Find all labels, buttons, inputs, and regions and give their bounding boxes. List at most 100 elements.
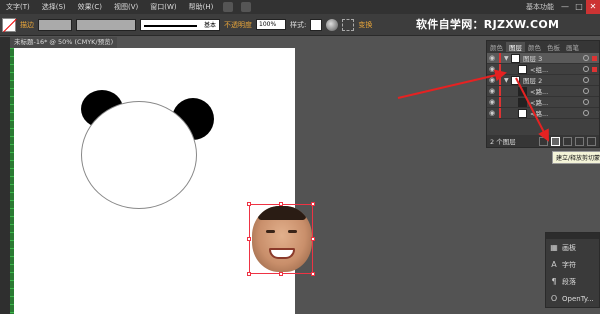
handle-mr[interactable] xyxy=(311,237,315,241)
visibility-eye-icon[interactable]: ◉ xyxy=(487,87,497,95)
handle-tl[interactable] xyxy=(247,202,251,206)
variable-width-field[interactable] xyxy=(76,18,136,31)
panel-label: 段落 xyxy=(562,277,576,286)
style-label: 样式: xyxy=(290,20,307,29)
visibility-eye-icon[interactable]: ◉ xyxy=(487,109,497,117)
target-icon[interactable] xyxy=(583,110,589,116)
artboard[interactable] xyxy=(14,48,295,314)
panel-paragraph[interactable]: ¶ 段落 xyxy=(546,273,599,290)
fill-none-swatch[interactable] xyxy=(2,17,16,32)
graphic-style-swatch[interactable] xyxy=(310,18,323,31)
visibility-eye-icon[interactable]: ◉ xyxy=(487,98,497,106)
layer-name[interactable]: 图层 2 xyxy=(523,75,542,85)
new-sublayer-icon[interactable] xyxy=(563,136,572,146)
workspace-switcher[interactable]: 基本功能 xyxy=(522,2,558,12)
handle-br[interactable] xyxy=(311,272,315,276)
layer-row[interactable]: ◉ <组... xyxy=(487,64,599,75)
opentype-icon: O xyxy=(550,294,558,303)
layer-color-bar xyxy=(499,53,501,63)
layer-row[interactable]: ◉ ▼ 图层 2 xyxy=(487,75,599,86)
new-layer-icon[interactable] xyxy=(575,136,584,146)
tab-layers[interactable]: 图层 xyxy=(506,42,525,52)
menu-view[interactable]: 视图(V) xyxy=(108,2,144,12)
layer-thumbnail xyxy=(518,64,527,74)
layer-color-bar xyxy=(499,75,501,85)
clipping-mask-button[interactable] xyxy=(551,136,560,146)
minimize-button[interactable]: — xyxy=(558,0,572,14)
layer-row[interactable]: ◉ <路... xyxy=(487,86,599,97)
target-icon[interactable] xyxy=(583,99,589,105)
selection-box[interactable] xyxy=(247,202,315,276)
layer-name[interactable]: <组... xyxy=(530,64,548,74)
delete-layer-icon[interactable] xyxy=(587,136,596,146)
handle-tc[interactable] xyxy=(279,202,283,206)
menu-window[interactable]: 窗口(W) xyxy=(144,2,182,12)
layer-thumbnail xyxy=(518,86,527,96)
stroke-label[interactable]: 描边 xyxy=(20,20,34,30)
menu-text[interactable]: 文字(T) xyxy=(0,2,36,12)
visibility-eye-icon[interactable]: ◉ xyxy=(487,76,497,84)
panel-opentype[interactable]: O OpenTy... xyxy=(546,290,599,307)
paragraph-icon: ¶ xyxy=(551,277,557,286)
document-tab[interactable]: 未标题-16* @ 50% (CMYK/预览) xyxy=(10,37,118,48)
tools-panel[interactable] xyxy=(0,37,10,314)
layer-row[interactable]: ◉ <路... xyxy=(487,97,599,108)
transform-label[interactable]: 变换 xyxy=(358,20,372,30)
expand-icon[interactable]: ▼ xyxy=(504,55,511,62)
artboard-icon: ▦ xyxy=(550,243,558,252)
target-icon[interactable] xyxy=(583,55,589,61)
bridge-icon[interactable] xyxy=(223,2,234,12)
panel-tabs: 颜色 图层 颜色 色板 画笔 xyxy=(487,41,599,53)
layer-name[interactable]: <路... xyxy=(530,97,548,107)
panel-artboards[interactable]: ▦ 画板 xyxy=(546,239,599,256)
handle-bc[interactable] xyxy=(279,272,283,276)
menu-effect[interactable]: 效果(C) xyxy=(72,2,108,12)
target-icon[interactable] xyxy=(583,66,589,72)
close-button[interactable]: ✕ xyxy=(586,0,600,14)
locate-object-icon[interactable] xyxy=(539,136,548,146)
panel-label: 画板 xyxy=(562,243,576,252)
layer-thumbnail xyxy=(518,97,527,107)
handle-ml[interactable] xyxy=(247,237,251,241)
selected-indicator[interactable] xyxy=(592,55,597,61)
layer-name[interactable]: <路... xyxy=(530,108,548,118)
layer-color-bar xyxy=(499,86,501,96)
brand-watermark: 软件自学网：RJZXW.COM xyxy=(416,18,560,31)
target-icon[interactable] xyxy=(583,77,589,83)
opacity-input[interactable]: 100% xyxy=(256,19,286,30)
menu-select[interactable]: 选择(S) xyxy=(36,2,72,12)
menu-help[interactable]: 帮助(H) xyxy=(183,2,220,12)
layer-color-bar xyxy=(499,97,501,107)
layer-name[interactable]: <路... xyxy=(530,86,548,96)
stroke-profile-select[interactable]: 基本 xyxy=(140,18,220,31)
tab-swatches[interactable]: 色板 xyxy=(544,42,563,52)
layer-name[interactable]: 图层 3 xyxy=(523,53,542,63)
visibility-eye-icon[interactable]: ◉ xyxy=(487,54,497,62)
menu-bar: 文字(T) 选择(S) 效果(C) 视图(V) 窗口(W) 帮助(H) 基本功能… xyxy=(0,0,600,14)
panel-label: 字符 xyxy=(562,260,576,269)
expand-icon[interactable]: ▼ xyxy=(504,77,511,84)
tab-brushes[interactable]: 画笔 xyxy=(563,42,582,52)
selected-indicator[interactable] xyxy=(592,66,597,72)
handle-bl[interactable] xyxy=(247,272,251,276)
visibility-eye-icon[interactable]: ◉ xyxy=(487,65,497,73)
arrange-icon[interactable] xyxy=(241,2,252,12)
layer-row[interactable]: ◉ <路... xyxy=(487,108,599,119)
tab-color[interactable]: 颜色 xyxy=(487,42,506,52)
tab-color-guide[interactable]: 颜色 xyxy=(525,42,544,52)
recolor-icon[interactable] xyxy=(326,18,339,31)
stroke-weight-field[interactable] xyxy=(38,18,72,31)
align-grid-icon[interactable] xyxy=(342,18,355,31)
stroke-preset-label: 基本 xyxy=(203,22,216,29)
layers-panel: 颜色 图层 颜色 色板 画笔 ◉ ▼ 图层 3 ◉ <组... ◉ ▼ 图层 2… xyxy=(486,40,600,148)
layer-row[interactable]: ◉ ▼ 图层 3 xyxy=(487,53,599,64)
right-panel-dock: ▦ 画板 A 字符 ¶ 段落 O OpenTy... xyxy=(545,232,600,308)
opacity-label[interactable]: 不透明度 xyxy=(224,20,252,30)
layer-count: 2 个图层 xyxy=(490,138,516,146)
handle-tr[interactable] xyxy=(311,202,315,206)
target-icon[interactable] xyxy=(583,88,589,94)
maximize-button[interactable]: □ xyxy=(572,0,586,14)
face-circle[interactable] xyxy=(81,101,197,209)
panel-character[interactable]: A 字符 xyxy=(546,256,599,273)
clipping-mask-tooltip: 建立/释放剪切蒙版 xyxy=(552,151,600,164)
